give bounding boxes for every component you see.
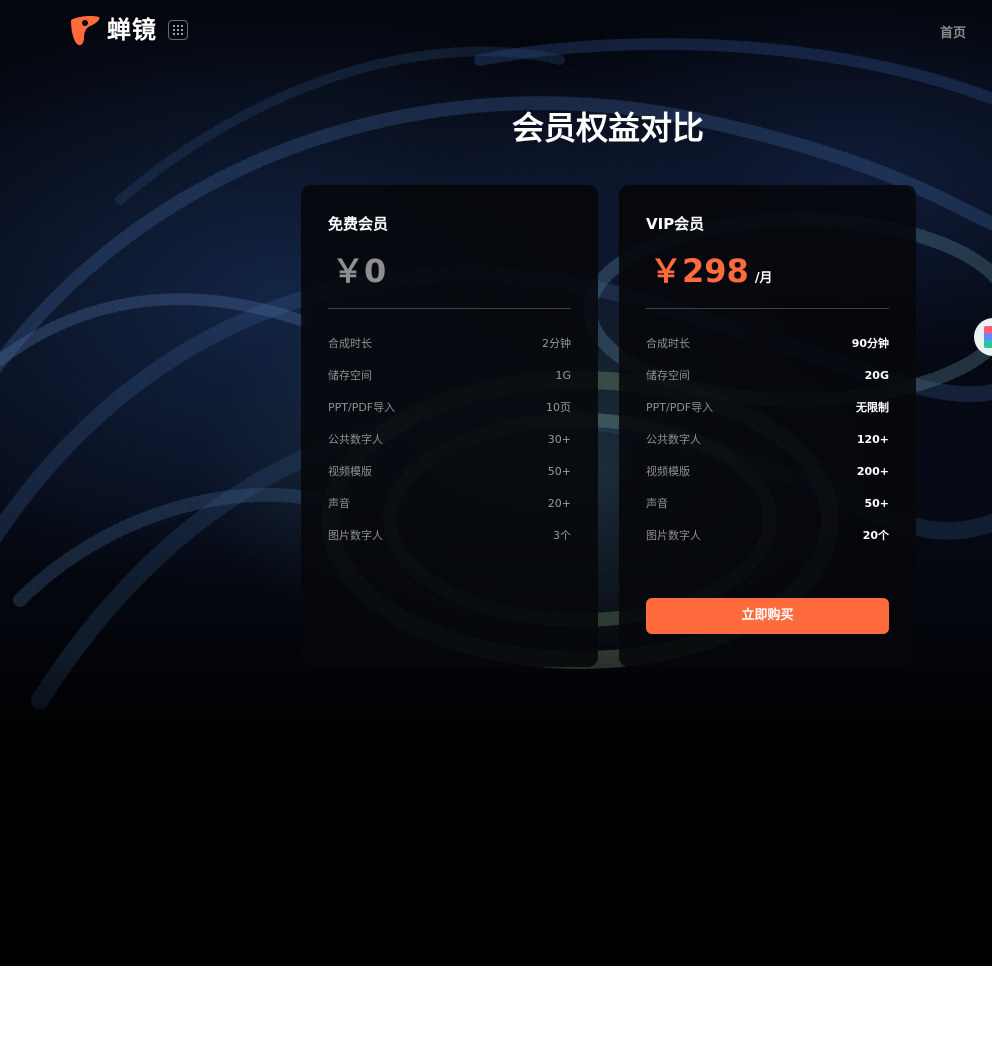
feature-value: 90分钟 bbox=[851, 337, 889, 350]
feature-value: 10页 bbox=[546, 401, 571, 414]
divider bbox=[646, 308, 889, 309]
feature-label: 公共数字人 bbox=[646, 433, 701, 446]
nav-home-link[interactable]: 首页 bbox=[940, 22, 966, 41]
hero-section: 蝉镜 首页 会员权益对比 免费会员 ￥0 合成时长 2分钟 储存空间 1G PPT/… bbox=[0, 0, 992, 966]
feature-row: 公共数字人 120+ bbox=[646, 431, 889, 463]
feature-value: 20个 bbox=[862, 529, 889, 542]
feature-label: PPT/PDF导入 bbox=[646, 401, 714, 414]
feature-label: 合成时长 bbox=[646, 337, 690, 350]
feature-row: 声音 20+ bbox=[328, 495, 571, 527]
feature-label: 合成时长 bbox=[328, 337, 372, 350]
feature-row: 储存空间 20G bbox=[646, 367, 889, 399]
vip-plan-card: VIP会员 ￥298/月 合成时长 90分钟 储存空间 20G PPT/PDF导入 无… bbox=[619, 185, 916, 667]
plan-price: ￥298/月 bbox=[650, 251, 773, 299]
page-title: 会员权益对比 bbox=[511, 109, 704, 147]
feature-row: 图片数字人 20个 bbox=[646, 527, 889, 559]
feature-value: 50+ bbox=[547, 465, 571, 478]
plan-price: ￥0 bbox=[332, 251, 386, 297]
feature-row: 储存空间 1G bbox=[328, 367, 571, 399]
feature-value: 50+ bbox=[864, 497, 889, 510]
feature-label: PPT/PDF导入 bbox=[328, 401, 396, 414]
feature-value: 30+ bbox=[547, 433, 571, 446]
feature-row: PPT/PDF导入 无限制 bbox=[646, 399, 889, 431]
free-plan-card: 免费会员 ￥0 合成时长 2分钟 储存空间 1G PPT/PDF导入 10页 公共数字… bbox=[301, 185, 598, 667]
chanjing-logo-icon[interactable] bbox=[68, 14, 102, 48]
plan-name: 免费会员 bbox=[328, 215, 389, 233]
feature-list: 合成时长 90分钟 储存空间 20G PPT/PDF导入 无限制 公共数字人 120+ … bbox=[646, 335, 889, 559]
feature-label: 储存空间 bbox=[328, 369, 372, 382]
feature-row: 合成时长 90分钟 bbox=[646, 335, 889, 367]
price-amount: ￥298 bbox=[650, 252, 749, 290]
feature-row: 合成时长 2分钟 bbox=[328, 335, 571, 367]
feature-row: 公共数字人 30+ bbox=[328, 431, 571, 463]
feature-label: 视频模版 bbox=[646, 465, 690, 478]
feature-label: 声音 bbox=[328, 497, 350, 510]
top-nav-bar: 蝉镜 首页 bbox=[0, 0, 992, 62]
feature-value: 20+ bbox=[547, 497, 571, 510]
feature-value: 200+ bbox=[856, 465, 889, 478]
feature-label: 视频模版 bbox=[328, 465, 372, 478]
buy-now-button[interactable]: 立即购买 bbox=[646, 598, 889, 634]
feature-value: 120+ bbox=[856, 433, 889, 446]
price-amount: ￥0 bbox=[332, 252, 387, 290]
feature-row: 声音 50+ bbox=[646, 495, 889, 527]
feature-row: 视频模版 50+ bbox=[328, 463, 571, 495]
logo-text[interactable]: 蝉镜 bbox=[107, 15, 157, 45]
feature-label: 储存空间 bbox=[646, 369, 690, 382]
feature-value: 无限制 bbox=[856, 401, 889, 414]
feature-label: 图片数字人 bbox=[328, 529, 383, 542]
feature-list: 合成时长 2分钟 储存空间 1G PPT/PDF导入 10页 公共数字人 30+ 视频模… bbox=[328, 335, 571, 559]
plan-name: VIP会员 bbox=[646, 215, 705, 233]
feature-value: 20G bbox=[864, 369, 889, 382]
price-unit: /月 bbox=[754, 271, 773, 286]
hero-fade bbox=[0, 650, 992, 810]
feature-label: 图片数字人 bbox=[646, 529, 701, 542]
feature-row: 图片数字人 3个 bbox=[328, 527, 571, 559]
apps-grid-icon[interactable] bbox=[168, 20, 188, 40]
feature-value: 3个 bbox=[553, 529, 571, 542]
feature-value: 1G bbox=[555, 369, 571, 382]
feature-row: 视频模版 200+ bbox=[646, 463, 889, 495]
feature-label: 公共数字人 bbox=[328, 433, 383, 446]
feature-row: PPT/PDF导入 10页 bbox=[328, 399, 571, 431]
feature-label: 声音 bbox=[646, 497, 668, 510]
divider bbox=[328, 308, 571, 309]
feature-value: 2分钟 bbox=[542, 337, 571, 350]
